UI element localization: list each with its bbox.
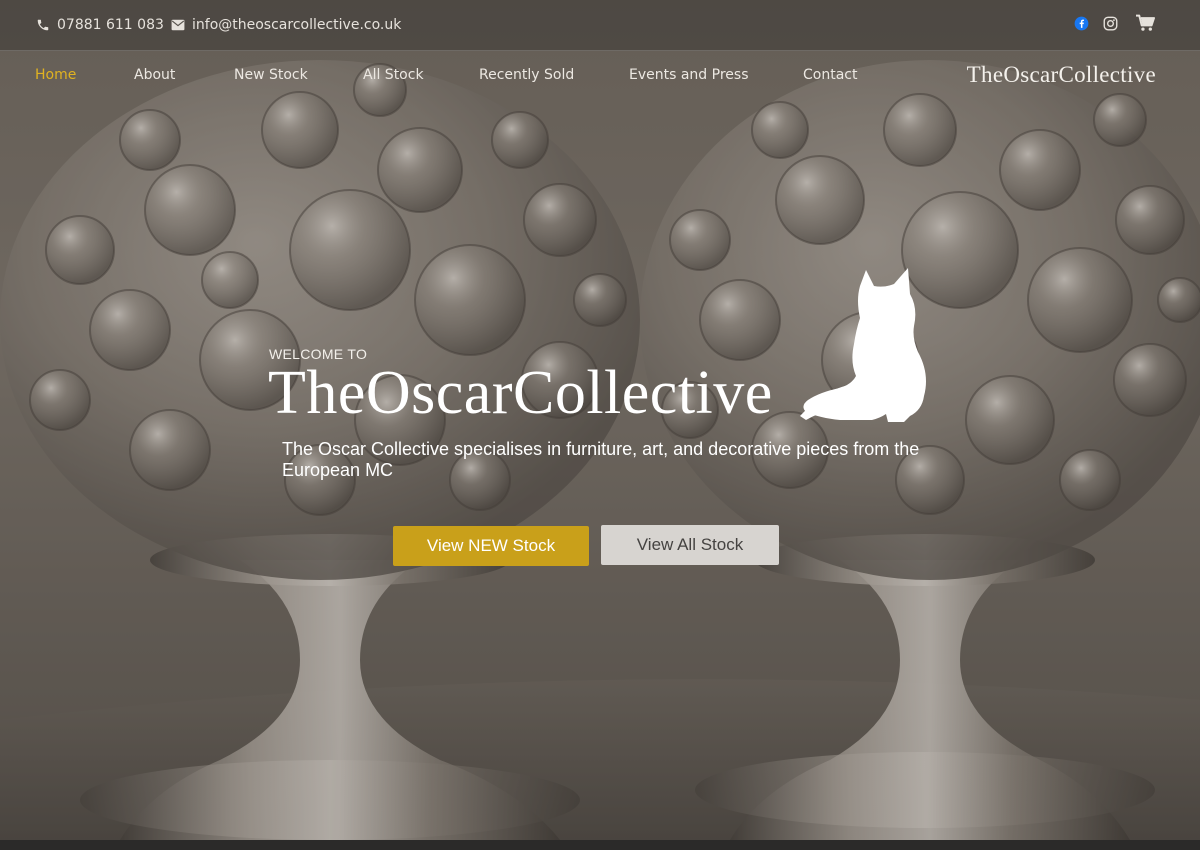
phone-icon	[35, 17, 51, 33]
top-bar: 07881 611 083 info@theoscarcollective.co…	[0, 0, 1200, 51]
phone-link[interactable]: 07881 611 083	[35, 0, 164, 50]
nav-item-all-stock[interactable]: All Stock	[363, 67, 424, 83]
phone-number: 07881 611 083	[57, 17, 164, 33]
view-all-stock-button[interactable]: View All Stock	[601, 525, 779, 565]
nav-item-contact[interactable]: Contact	[803, 67, 857, 83]
instagram-link[interactable]	[1103, 0, 1118, 50]
instagram-icon	[1103, 16, 1118, 35]
facebook-link[interactable]	[1074, 0, 1089, 50]
site-logo[interactable]: TheOscarCollective	[967, 62, 1156, 88]
nav-item-about[interactable]: About	[134, 67, 175, 83]
cart-link[interactable]	[1135, 0, 1155, 50]
view-new-stock-button[interactable]: View NEW Stock	[393, 526, 589, 566]
email-address: info@theoscarcollective.co.uk	[192, 17, 402, 33]
cart-icon	[1135, 14, 1155, 36]
nav-item-events-and-press[interactable]: Events and Press	[629, 67, 749, 83]
email-link[interactable]: info@theoscarcollective.co.uk	[170, 0, 401, 50]
envelope-icon	[170, 17, 186, 33]
nav-item-new-stock[interactable]: New Stock	[234, 67, 308, 83]
hero-tagline: The Oscar Collective specialises in furn…	[282, 439, 920, 480]
nav-item-recently-sold[interactable]: Recently Sold	[479, 67, 574, 83]
facebook-icon	[1074, 16, 1089, 35]
cat-silhouette-icon	[800, 266, 935, 426]
hero-title: TheOscarCollective	[268, 359, 773, 427]
footer-strip	[0, 840, 1200, 850]
nav-item-home[interactable]: Home	[35, 67, 76, 83]
